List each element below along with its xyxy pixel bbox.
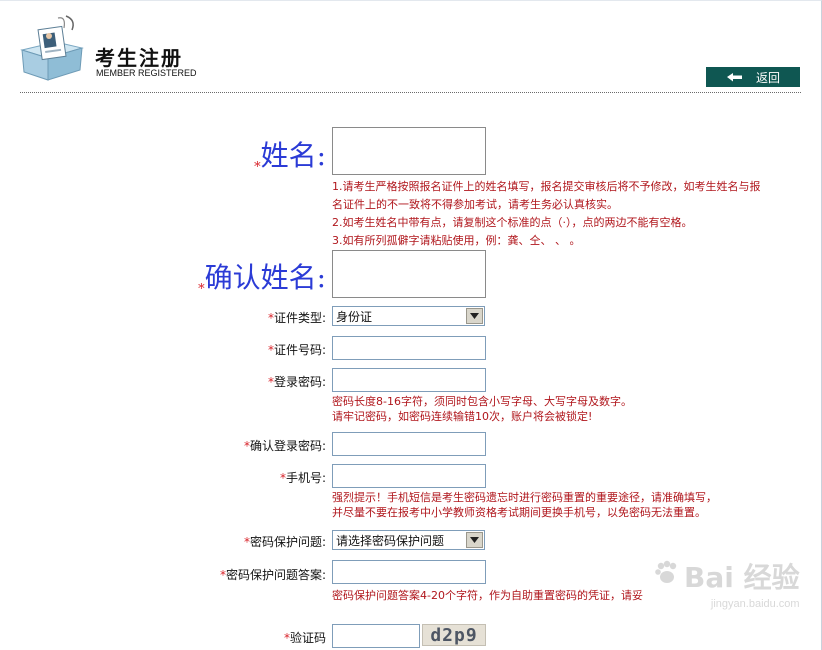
page-title: 考生注册 — [95, 46, 183, 70]
baidu-jingyan-watermark: Bai 经验 jingyan.baidu.com — [654, 556, 800, 610]
name-label: *姓名: — [254, 139, 326, 175]
paw-icon — [654, 560, 680, 593]
id-type-select[interactable]: 身份证 — [332, 306, 485, 326]
back-button-label: 返回 — [755, 70, 780, 85]
security-question-label: *密码保护问题: — [243, 535, 326, 549]
back-hand-icon — [726, 72, 744, 83]
security-question-select[interactable]: 请选择密码保护问题 — [332, 530, 485, 550]
chevron-down-icon[interactable] — [466, 532, 483, 548]
phone-label: *手机号: — [279, 471, 326, 485]
confirm-name-input[interactable] — [332, 250, 486, 298]
security-question-value: 请选择密码保护问题 — [336, 533, 445, 548]
phone-input[interactable] — [332, 464, 486, 488]
chevron-down-icon[interactable] — [466, 308, 483, 324]
phone-notes: 强烈提示！手机短信是考生密码遗忘时进行密码重置的重要途径，请准确填写， 并尽量不… — [332, 491, 717, 519]
header-divider — [20, 92, 801, 93]
password-notes: 密码长度8-16字符，须同时包含小写字母、大写字母及数字。 请牢记密码，如密码连… — [332, 395, 632, 423]
page-subtitle: MEMBER REGISTERED — [96, 68, 197, 78]
id-type-value: 身份证 — [336, 309, 373, 324]
back-button[interactable]: 返回 — [706, 67, 800, 87]
captcha-label: *验证码 — [283, 631, 326, 645]
confirm-name-label: *确认姓名: — [198, 261, 326, 297]
name-input[interactable] — [332, 127, 486, 175]
name-notes: 1.请考生严格按照报名证件上的姓名填写，报名提交审核后将不予修改，如考生姓名与报… — [332, 180, 761, 247]
captcha-image[interactable]: d2p9 — [422, 624, 486, 646]
id-type-label: *证件类型: — [267, 311, 326, 325]
confirm-password-label: *确认登录密码: — [243, 439, 326, 453]
password-input[interactable] — [332, 368, 486, 392]
security-answer-input[interactable] — [332, 560, 486, 584]
id-number-label: *证件号码: — [267, 343, 326, 357]
captcha-input[interactable] — [332, 624, 420, 648]
id-number-input[interactable] — [332, 336, 486, 360]
registration-badge-logo — [16, 14, 86, 84]
security-answer-label: *密码保护问题答案: — [219, 568, 326, 582]
password-label: *登录密码: — [267, 375, 326, 389]
confirm-password-input[interactable] — [332, 432, 486, 456]
